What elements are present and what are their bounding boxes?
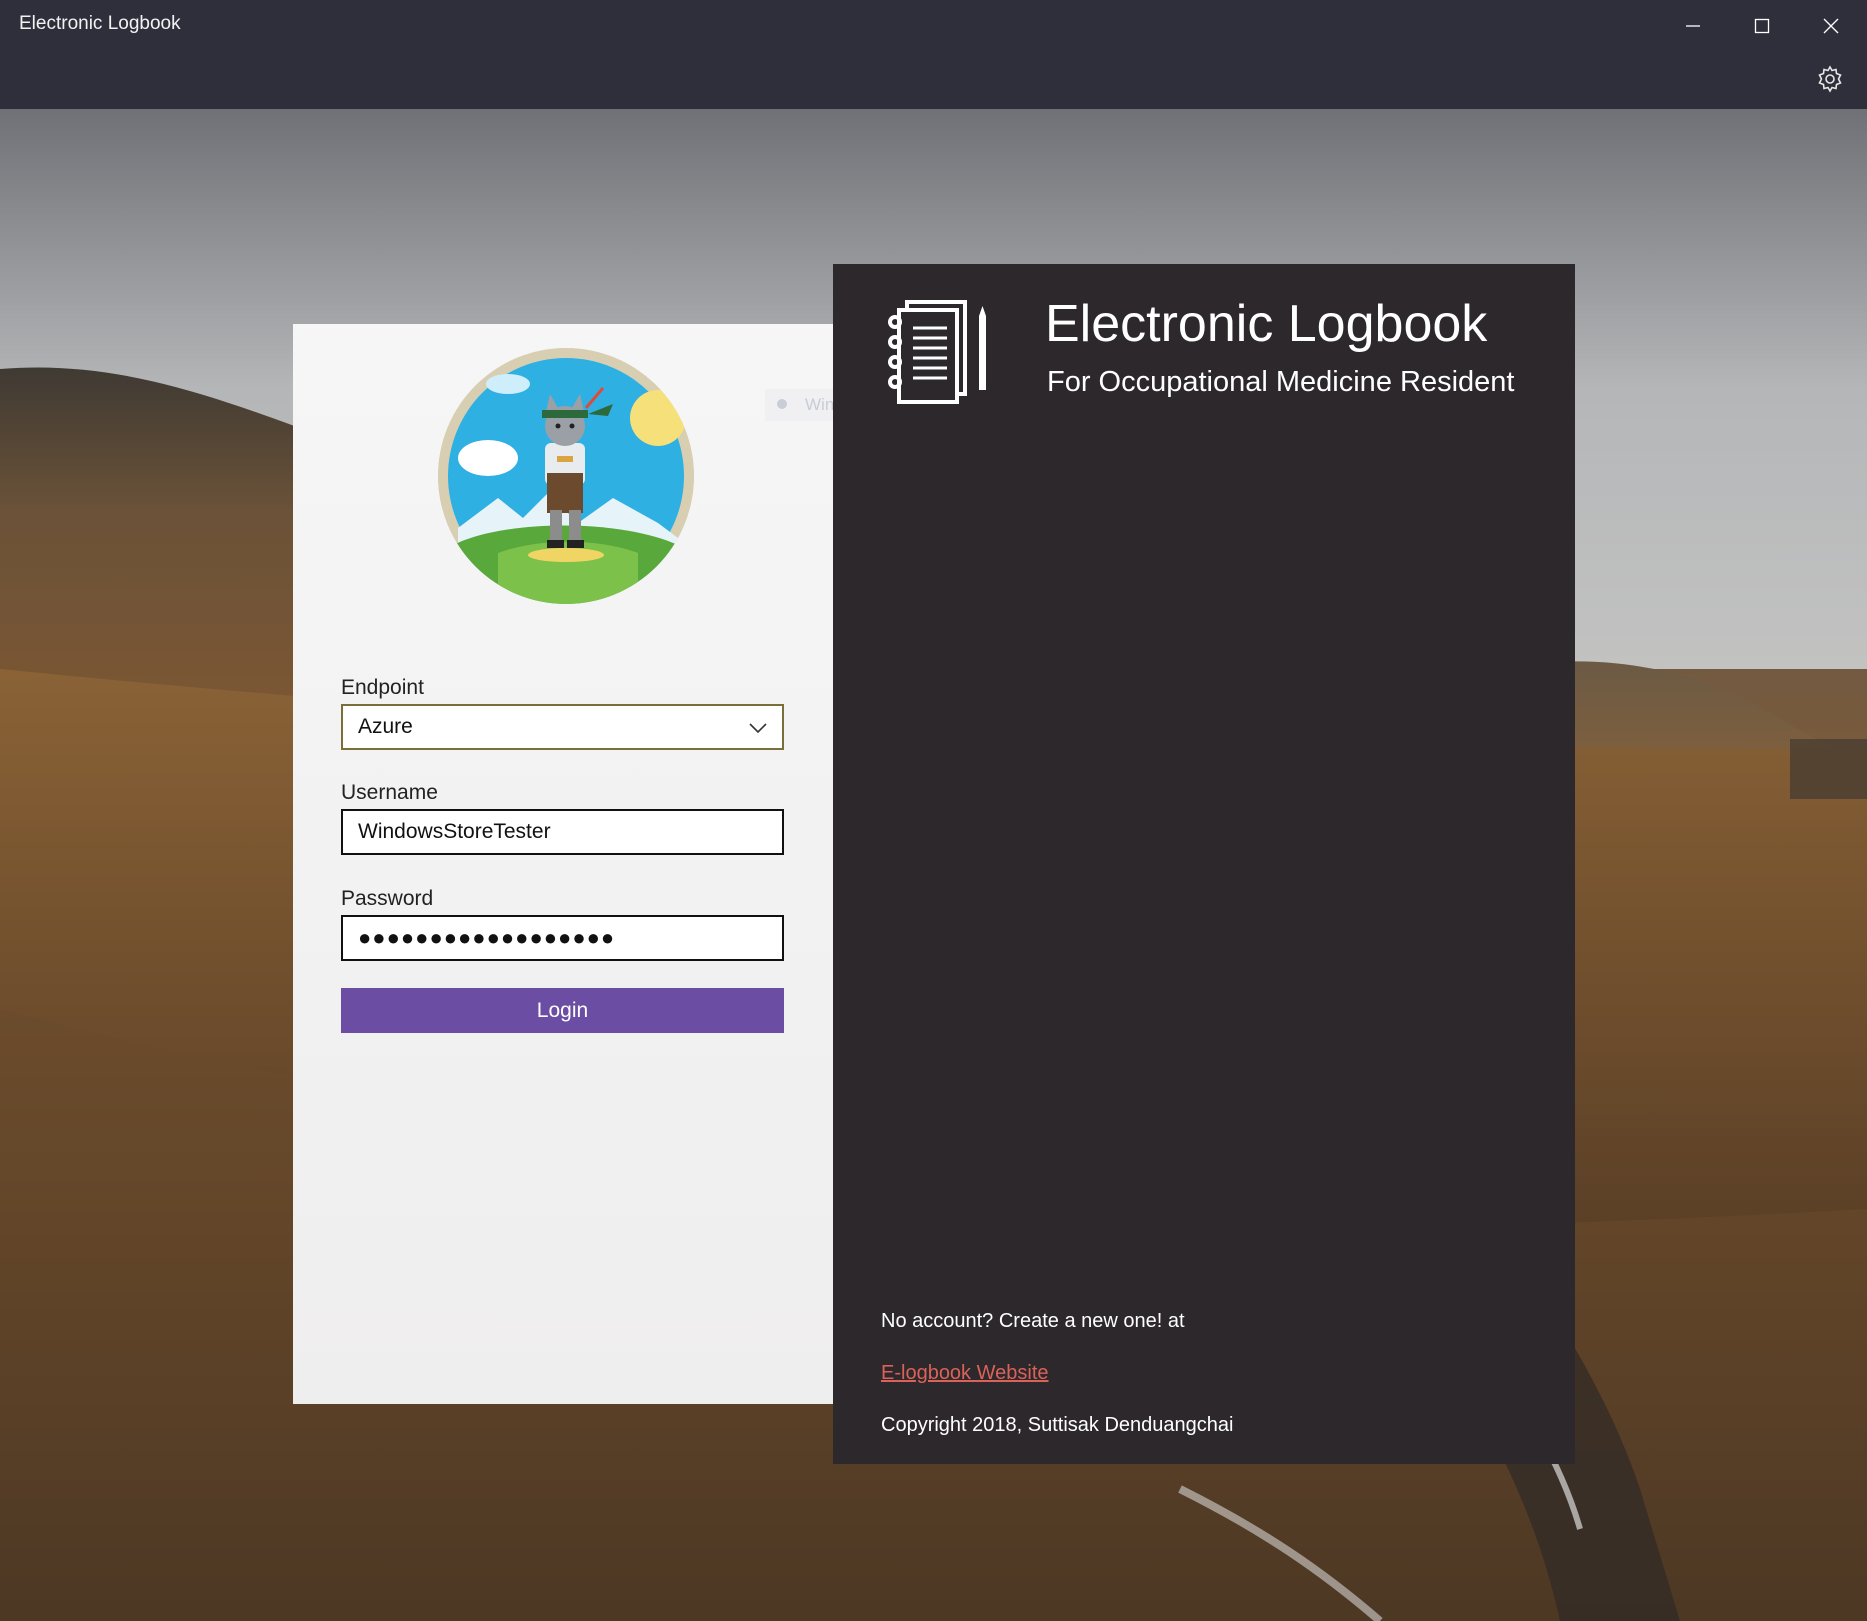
notebook-pencil-icon xyxy=(888,300,986,404)
endpoint-label: Endpoint xyxy=(341,676,424,699)
password-label: Password xyxy=(341,887,434,910)
password-value: ●●●●●●●●●●●●●●●●●● xyxy=(358,925,616,950)
maximize-icon xyxy=(1754,18,1770,34)
username-value: WindowsStoreTester xyxy=(358,820,551,843)
app-subtitle: For Occupational Medicine Resident xyxy=(1047,366,1515,398)
password-field[interactable]: ●●●●●●●●●●●●●●●●●● xyxy=(341,915,784,961)
chevron-down-icon xyxy=(749,723,767,734)
no-account-text: No account? Create a new one! at xyxy=(881,1310,1185,1332)
app-title: Electronic Logbook xyxy=(1045,295,1488,353)
brand-panel: Electronic Logbook For Occupational Medi… xyxy=(833,264,1575,1464)
avatar-illustration xyxy=(438,348,694,604)
endpoint-value: Azure xyxy=(358,715,413,738)
title-bar: Electronic Logbook xyxy=(0,0,1867,109)
minimize-button[interactable] xyxy=(1659,0,1727,52)
minimize-icon xyxy=(1686,25,1700,27)
cat-mascot-avatar xyxy=(438,348,694,604)
close-icon xyxy=(1823,18,1839,34)
close-button[interactable] xyxy=(1797,0,1865,52)
username-label: Username xyxy=(341,781,438,804)
username-field[interactable]: WindowsStoreTester xyxy=(341,809,784,855)
snip-icon xyxy=(777,399,787,409)
website-link[interactable]: E-logbook Website xyxy=(881,1362,1049,1385)
maximize-button[interactable] xyxy=(1728,0,1796,52)
copyright-text: Copyright 2018, Suttisak Denduangchai xyxy=(881,1414,1234,1436)
login-button[interactable]: Login xyxy=(341,988,784,1033)
settings-button[interactable] xyxy=(1815,64,1845,94)
login-panel: Endpoint Azure Username WindowsStoreTest… xyxy=(293,324,833,1404)
endpoint-dropdown[interactable]: Azure xyxy=(341,704,784,750)
window-title: Electronic Logbook xyxy=(19,13,181,34)
gear-icon xyxy=(1818,65,1842,93)
